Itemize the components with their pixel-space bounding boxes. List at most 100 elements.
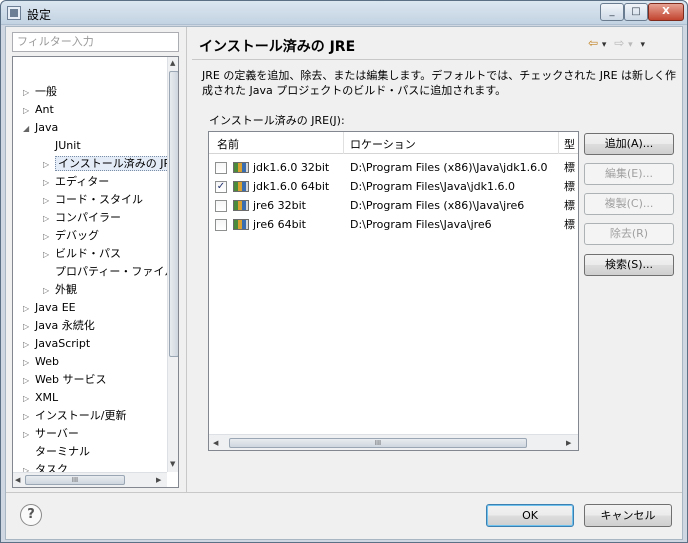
forward-menu-chevron-icon[interactable]: ▾ <box>628 40 633 50</box>
duplicate-jre-button[interactable]: 複製(C)... <box>584 193 674 215</box>
expand-arrow-icon[interactable]: ▷ <box>23 84 35 102</box>
cell-location: D:\Program Files (x86)\Java\jre6 <box>350 199 525 212</box>
expand-arrow-icon[interactable]: ▷ <box>43 174 55 192</box>
tree-item-label: Ant <box>35 103 54 116</box>
tree-item-label: ターミナル <box>35 445 90 458</box>
tree-item[interactable]: ▷ デバッグ <box>43 227 99 245</box>
tree-item[interactable]: ▷ ビルド・パス <box>43 245 121 263</box>
ok-button[interactable]: OK <box>486 504 574 527</box>
expand-arrow-icon[interactable]: ▷ <box>43 228 55 246</box>
expand-arrow-icon[interactable]: ▷ <box>23 318 35 336</box>
column-divider[interactable] <box>343 132 344 154</box>
tree-item[interactable]: ▷ サーバー <box>23 425 79 443</box>
column-divider[interactable] <box>558 132 559 154</box>
page-header-divider <box>192 59 682 60</box>
expanded-arrow-icon[interactable]: ◢ <box>23 120 35 138</box>
page-navigation: ⇦ ▾ ⇨ ▾ ▾ <box>588 36 645 50</box>
column-header-type[interactable]: 型 <box>564 136 575 152</box>
expand-arrow-icon[interactable]: ▷ <box>23 426 35 444</box>
table-row[interactable]: jre6 64bit D:\Program Files\Java\jre6 標 <box>209 215 578 234</box>
expand-arrow-icon[interactable]: ▷ <box>23 408 35 426</box>
tree-item-label: JUnit <box>55 139 81 152</box>
table-row[interactable]: jdk1.6.0 32bit D:\Program Files (x86)\Jav… <box>209 158 578 177</box>
tree-item[interactable]: ▷ Java 永続化 <box>23 317 95 335</box>
jre-checkbox[interactable] <box>215 219 227 231</box>
tree-item[interactable]: ▷ JavaScript <box>23 335 90 353</box>
installed-jres-label: インストール済みの JRE(J): <box>209 114 345 127</box>
edit-jre-button[interactable]: 編集(E)... <box>584 163 674 185</box>
view-menu-icon[interactable]: ▾ <box>641 40 646 50</box>
table-header: 名前 ロケーション 型 <box>209 132 578 154</box>
back-arrow-icon[interactable]: ⇦ <box>588 36 598 50</box>
tree-item-label: JavaScript <box>35 337 91 350</box>
add-jre-button[interactable]: 追加(A)... <box>584 133 674 155</box>
scroll-right-arrow-icon[interactable]: ▶ <box>566 439 571 447</box>
cancel-button[interactable]: キャンセル <box>584 504 672 527</box>
column-header-location[interactable]: ロケーション <box>350 136 416 152</box>
tree-item-label: Web サービス <box>35 373 107 386</box>
tree-vertical-scroll-thumb[interactable] <box>169 71 178 357</box>
forward-arrow-icon[interactable]: ⇨ <box>614 36 624 50</box>
expand-arrow-icon[interactable]: ▷ <box>23 354 35 372</box>
expand-arrow-icon[interactable]: ▷ <box>43 282 55 300</box>
tree-vertical-scrollbar[interactable]: ▲ ▼ <box>167 57 178 472</box>
jre-checkbox[interactable] <box>215 162 227 174</box>
scroll-right-arrow-icon[interactable]: ▶ <box>156 476 161 484</box>
column-header-name[interactable]: 名前 <box>217 136 239 152</box>
expand-arrow-icon[interactable]: ▷ <box>43 192 55 210</box>
tree-item[interactable]: ▷ インストール済みの JRE <box>43 155 178 174</box>
tree-item[interactable]: ▷ Web <box>23 353 59 371</box>
table-row[interactable]: ✓ jdk1.6.0 64bit D:\Program Files\Java\jdk… <box>209 177 578 196</box>
filter-input[interactable]: フィルター入力 <box>12 32 179 52</box>
tree-item-label: Java EE <box>35 301 76 314</box>
tree-item-label: コンパイラー <box>55 211 121 224</box>
table-row[interactable]: jre6 32bit D:\Program Files (x86)\Java\jr… <box>209 196 578 215</box>
expand-arrow-icon[interactable]: ▷ <box>23 102 35 120</box>
cell-location: D:\Program Files\Java\jre6 <box>350 218 492 231</box>
tree-item[interactable]: ▷ Java EE <box>23 299 76 317</box>
minimize-button[interactable]: _ <box>600 3 624 21</box>
tree-item[interactable]: ▷ エディター <box>43 173 109 191</box>
tree-item[interactable]: ▷ コンパイラー <box>43 209 121 227</box>
expand-arrow-icon[interactable]: ▷ <box>23 300 35 318</box>
tree-item-label: コード・スタイル <box>55 193 143 206</box>
back-menu-chevron-icon[interactable]: ▾ <box>602 40 607 50</box>
expand-arrow-icon[interactable]: ▷ <box>43 156 55 174</box>
tree-item[interactable]: プロパティー・ファイル <box>43 263 175 281</box>
tree-item[interactable]: ▷ 外観 <box>43 281 77 299</box>
expand-arrow-icon[interactable]: ▷ <box>43 246 55 264</box>
preferences-window: 設定 _ □ X フィルター入力 ▷ 一般 ▷ Ant ◢ Java JUnit ▷ インストー… <box>0 0 688 543</box>
jre-checkbox[interactable] <box>215 200 227 212</box>
scroll-up-arrow-icon[interactable]: ▲ <box>170 59 175 67</box>
tree-item[interactable]: ▷ Web サービス <box>23 371 106 389</box>
tree-item[interactable]: ▷ 一般 <box>23 83 57 101</box>
expand-arrow-icon[interactable]: ▷ <box>23 336 35 354</box>
remove-jre-button[interactable]: 除去(R) <box>584 223 674 245</box>
tree-horizontal-scrollbar[interactable]: ◀ III ▶ <box>13 472 167 487</box>
tree-item[interactable]: ▷ Ant <box>23 101 54 119</box>
tree-item[interactable]: ▷ XML <box>23 389 58 407</box>
tree-item[interactable]: ▷ インストール/更新 <box>23 407 127 425</box>
maximize-button[interactable]: □ <box>624 3 648 21</box>
tree-item[interactable]: ターミナル <box>23 443 90 461</box>
tree-item[interactable]: ▷ コード・スタイル <box>43 191 143 209</box>
scroll-left-arrow-icon[interactable]: ◀ <box>213 439 218 447</box>
search-jre-button[interactable]: 検索(S)... <box>584 254 674 276</box>
tree-horizontal-scroll-thumb[interactable]: III <box>25 475 125 485</box>
tree-item-label: Java <box>35 121 59 134</box>
table-horizontal-scrollbar[interactable]: ◀ III ▶ <box>209 434 578 450</box>
expand-arrow-icon[interactable]: ▷ <box>43 210 55 228</box>
page-title: インストール済みの JRE <box>199 39 356 55</box>
tree-item-label: XML <box>35 391 59 404</box>
expand-arrow-icon[interactable]: ▷ <box>23 390 35 408</box>
expand-arrow-icon[interactable]: ▷ <box>23 372 35 390</box>
jre-checkbox[interactable]: ✓ <box>215 181 227 193</box>
scroll-left-arrow-icon[interactable]: ◀ <box>15 476 20 484</box>
scroll-down-arrow-icon[interactable]: ▼ <box>170 460 175 468</box>
tree-item[interactable]: ◢ Java <box>23 119 58 137</box>
table-horizontal-scroll-thumb[interactable]: III <box>229 438 527 448</box>
close-button[interactable]: X <box>648 3 684 21</box>
tree-item[interactable]: JUnit <box>43 137 81 155</box>
help-icon[interactable]: ? <box>20 504 42 526</box>
pane-separator[interactable] <box>186 27 187 492</box>
